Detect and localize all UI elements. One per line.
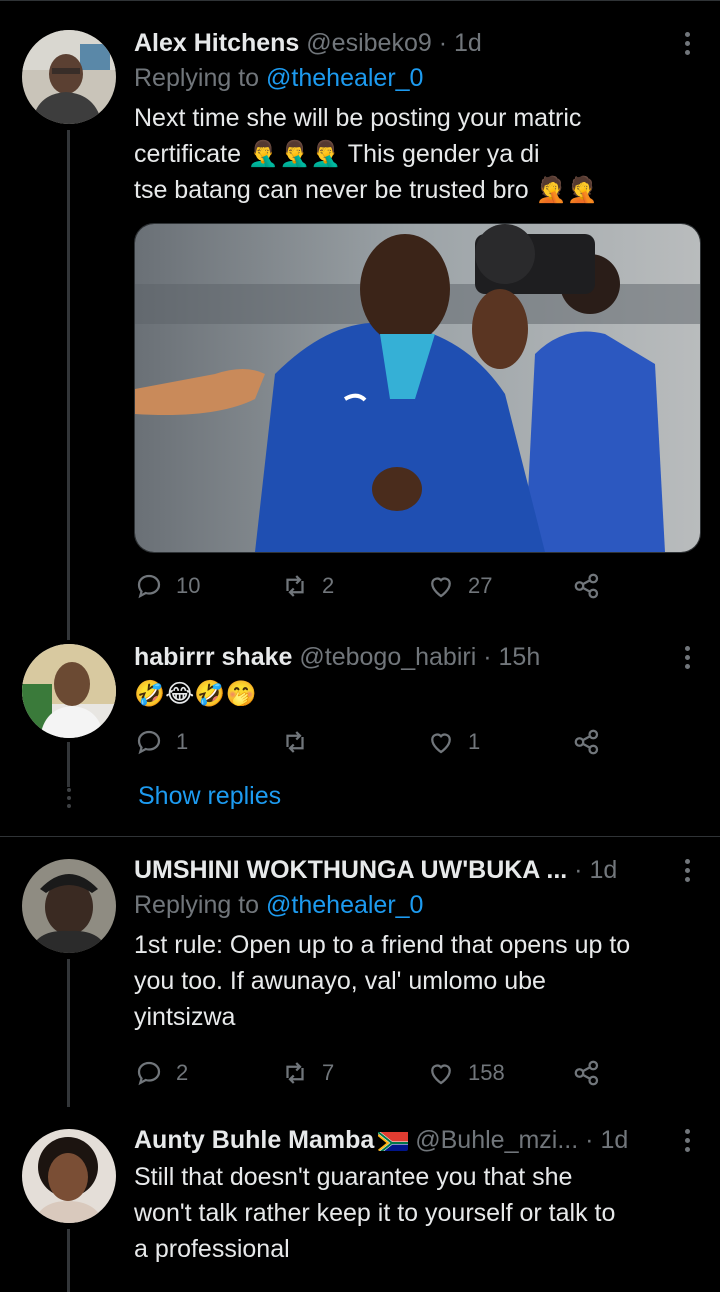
tweet-image[interactable] <box>134 223 701 553</box>
show-replies-link[interactable]: Show replies <box>138 782 281 811</box>
author-name[interactable]: habirrr shake <box>134 643 292 671</box>
heart-icon <box>431 1064 451 1085</box>
author-handle[interactable]: @tebogo_habiri <box>299 643 476 671</box>
thread-gap-dots <box>66 788 71 812</box>
tweet-header: Aunty Buhle Mamba @Buhle_mzi... · 1d <box>134 1126 629 1154</box>
tweet-time[interactable]: 1d <box>454 29 482 57</box>
thread-line <box>67 1229 70 1292</box>
retweet-icon <box>286 575 304 597</box>
retweet-button[interactable]: 2 <box>280 566 334 606</box>
more-vertical-icon[interactable] <box>682 1129 692 1156</box>
share-button[interactable] <box>572 1053 614 1093</box>
share-icon <box>574 573 599 599</box>
reply-button[interactable]: 2 <box>134 1053 188 1093</box>
share-icon <box>574 1060 599 1086</box>
share-button[interactable] <box>572 566 614 606</box>
thread-line <box>67 959 70 1107</box>
tweet-text: Still that doesn't guarantee you that sh… <box>134 1163 616 1263</box>
like-button[interactable]: 27 <box>426 566 492 606</box>
reply-count: 1 <box>176 729 189 754</box>
reply-button[interactable]: 1 <box>134 722 188 762</box>
tweet-text: Next time she will be posting your matri… <box>134 104 598 204</box>
replying-to-link[interactable]: @thehealer_0 <box>266 64 423 92</box>
avatar[interactable] <box>22 1129 116 1223</box>
like-button[interactable]: 158 <box>426 1053 505 1093</box>
retweet-icon <box>286 731 304 753</box>
tweet-header: UMSHINI WOKTHUNGA UW'BUKA ... · 1d <box>134 856 618 884</box>
more-vertical-icon[interactable] <box>682 646 692 673</box>
tweet-alex-hitchens[interactable]: Alex Hitchens @esibeko9 · 1d Replying to… <box>0 0 720 640</box>
reply-count: 10 <box>176 573 201 598</box>
tweet-time[interactable]: 1d <box>589 856 617 884</box>
tweet-time[interactable]: 15h <box>499 643 541 671</box>
tweet-actions: 1 1 <box>134 722 614 762</box>
thread-line <box>67 130 70 640</box>
heart-icon <box>431 733 451 754</box>
avatar[interactable] <box>22 644 116 738</box>
tweet-habirrr-shake[interactable]: habirrr shake @tebogo_habiri · 15h 🤣😂🤣🤭 … <box>0 640 720 835</box>
tweet-text: 🤣😂🤣🤭 <box>134 680 257 708</box>
retweet-button[interactable]: 7 <box>280 1053 334 1093</box>
avatar[interactable] <box>22 859 116 953</box>
author-name[interactable]: UMSHINI WOKTHUNGA UW'BUKA ... <box>134 856 567 884</box>
like-count: 1 <box>468 729 481 754</box>
share-icon <box>574 729 599 755</box>
tweet-aunty-buhle[interactable]: Aunty Buhle Mamba @Buhle_mzi... · 1d Sti… <box>0 1107 720 1292</box>
author-handle[interactable]: @esibeko9 <box>306 29 431 57</box>
retweet-button[interactable] <box>280 722 322 762</box>
reply-icon <box>137 1061 161 1086</box>
retweet-icon <box>286 1062 304 1084</box>
replying-to: Replying to @thehealer_0 <box>134 64 424 92</box>
south-africa-flag-icon <box>378 1129 409 1151</box>
reply-icon <box>137 730 161 755</box>
replying-to-link[interactable]: @thehealer_0 <box>266 891 423 919</box>
retweet-count: 7 <box>322 1060 335 1085</box>
tweet-time[interactable]: 1d <box>600 1126 628 1154</box>
avatar[interactable] <box>22 30 116 124</box>
more-vertical-icon[interactable] <box>682 32 692 59</box>
author-name[interactable]: Aunty Buhle Mamba <box>134 1126 374 1154</box>
tweet-header: habirrr shake @tebogo_habiri · 15h <box>134 643 541 671</box>
more-vertical-icon[interactable] <box>682 859 692 886</box>
like-count: 158 <box>468 1060 505 1085</box>
heart-icon <box>431 577 451 598</box>
share-button[interactable] <box>572 722 614 762</box>
reply-count: 2 <box>176 1060 189 1085</box>
tweet-actions: 10 2 27 <box>134 566 614 606</box>
tweet-header: Alex Hitchens @esibeko9 · 1d <box>134 29 482 57</box>
tweet-umshini[interactable]: UMSHINI WOKTHUNGA UW'BUKA ... · 1d Reply… <box>0 837 720 1107</box>
reply-icon <box>137 574 161 599</box>
retweet-count: 2 <box>322 573 335 598</box>
like-button[interactable]: 1 <box>426 722 480 762</box>
author-name[interactable]: Alex Hitchens <box>134 29 299 57</box>
author-handle[interactable]: @Buhle_mzi... <box>415 1126 578 1154</box>
reply-button[interactable]: 10 <box>134 566 200 606</box>
thread-line <box>67 742 70 787</box>
tweet-actions: 2 7 158 <box>134 1053 614 1093</box>
like-count: 27 <box>468 573 493 598</box>
replying-to: Replying to @thehealer_0 <box>134 891 424 919</box>
tweet-text: 1st rule: Open up to a friend that opens… <box>134 931 631 1031</box>
